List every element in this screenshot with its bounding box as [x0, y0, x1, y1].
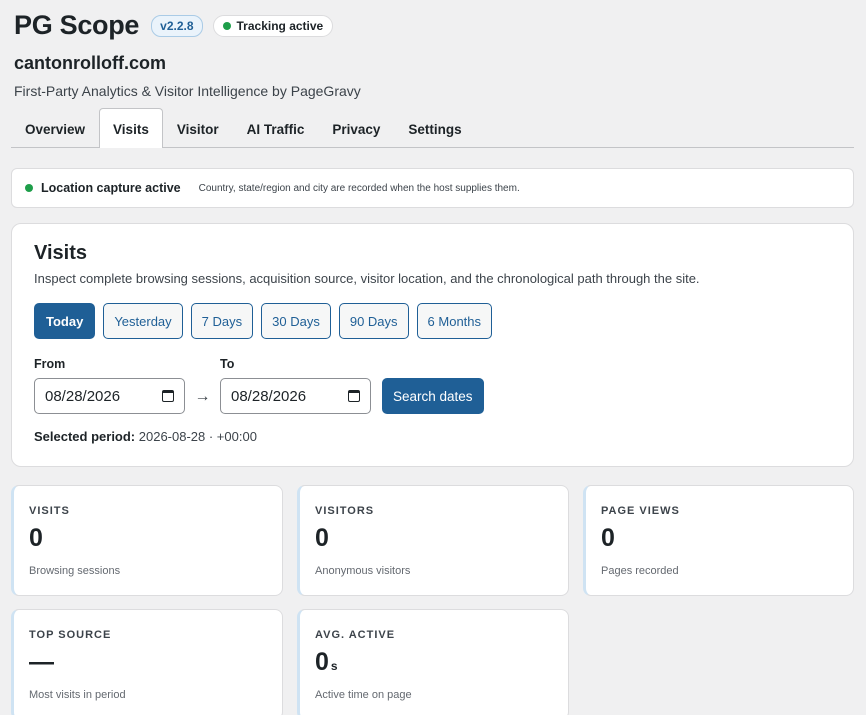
pg-scope-page: PG Scope v2.2.8 Tracking active cantonro…: [0, 0, 866, 715]
status-dot-icon: [222, 21, 231, 30]
stat-subtext: Active time on page: [315, 689, 412, 701]
range-today-button[interactable]: Today: [34, 303, 96, 339]
tab-bar: Overview Visits Visitor AI Traffic Priva…: [11, 108, 854, 148]
to-label: To: [220, 357, 235, 371]
stat-subtext: Most visits in period: [29, 689, 126, 701]
version-badge: v2.2.8: [151, 14, 203, 37]
stat-subtext: Anonymous visitors: [315, 565, 411, 577]
selected-period-value: 2026-08-28 · +00:00: [135, 429, 257, 444]
arrow-right-icon: →: [194, 388, 211, 405]
from-date-value: 08/28/2026: [45, 387, 121, 405]
tab-ai-traffic[interactable]: AI Traffic: [233, 110, 319, 148]
location-notice: Location capture active Country, state/r…: [11, 168, 854, 208]
stat-card-top-source: TOP SOURCE — Most visits in period: [11, 609, 283, 715]
stat-label: TOP SOURCE: [29, 629, 112, 641]
visits-panel: Visits Inspect complete browsing session…: [11, 223, 854, 467]
date-range-buttons: Today Yesterday 7 Days 30 Days 90 Days 6…: [34, 303, 831, 339]
calendar-icon[interactable]: [348, 390, 360, 402]
to-date-value: 08/28/2026: [231, 387, 307, 405]
notice-title: Location capture active: [41, 181, 181, 195]
header: PG Scope v2.2.8 Tracking active: [11, 0, 854, 42]
stat-card-avg-active: AVG. ACTIVE 0s Active time on page: [297, 609, 569, 715]
site-name: cantonrolloff.com: [14, 53, 166, 73]
date-filter-row: From 08/28/2026 → To 08/28/2026 Search d…: [34, 357, 831, 414]
visits-description: Inspect complete browsing sessions, acqu…: [34, 271, 700, 286]
visits-title: Visits: [34, 242, 87, 264]
from-label: From: [34, 357, 66, 371]
range-6-months-button[interactable]: 6 Months: [416, 303, 493, 339]
stats-grid: VISITS 0 Browsing sessions VISITORS 0 An…: [11, 485, 854, 715]
stat-value: 0: [315, 524, 329, 552]
stat-label: AVG. ACTIVE: [315, 629, 396, 641]
stat-card-page-views: PAGE VIEWS 0 Pages recorded: [583, 485, 854, 596]
stat-value: 0: [29, 524, 43, 552]
stat-card-visitors: VISITORS 0 Anonymous visitors: [297, 485, 569, 596]
site-subtitle: First-Party Analytics & Visitor Intellig…: [14, 83, 361, 99]
tab-overview[interactable]: Overview: [11, 110, 99, 148]
range-7-days-button[interactable]: 7 Days: [190, 303, 254, 339]
stat-value: —: [29, 648, 54, 676]
range-90-days-button[interactable]: 90 Days: [338, 303, 409, 339]
notice-text: Country, state/region and city are recor…: [198, 182, 520, 194]
tracking-status-badge: Tracking active: [212, 14, 334, 37]
tab-privacy[interactable]: Privacy: [318, 110, 394, 148]
stat-subtext: Pages recorded: [601, 565, 679, 577]
location-status-dot-icon: [25, 184, 33, 192]
from-date-group: From 08/28/2026: [34, 357, 185, 414]
tab-settings[interactable]: Settings: [394, 110, 475, 148]
stat-card-visits: VISITS 0 Browsing sessions: [11, 485, 283, 596]
stat-value: 0s: [315, 648, 338, 676]
app-title: PG Scope: [14, 10, 140, 40]
tracking-status-label: Tracking active: [236, 18, 324, 33]
selected-period-label: Selected period:: [34, 429, 136, 444]
range-30-days-button[interactable]: 30 Days: [261, 303, 331, 339]
from-date-input[interactable]: 08/28/2026: [34, 378, 185, 414]
stat-subtext: Browsing sessions: [29, 565, 121, 577]
stat-value: 0: [601, 524, 615, 552]
stat-label: VISITORS: [315, 505, 375, 517]
stat-label: VISITS: [29, 505, 70, 517]
search-dates-button[interactable]: Search dates: [382, 378, 484, 414]
calendar-icon[interactable]: [162, 390, 174, 402]
tab-visitor[interactable]: Visitor: [163, 110, 233, 148]
to-date-input[interactable]: 08/28/2026: [220, 378, 371, 414]
stat-label: PAGE VIEWS: [601, 505, 680, 517]
range-yesterday-button[interactable]: Yesterday: [103, 303, 183, 339]
selected-period: Selected period: 2026-08-28 · +00:00: [34, 429, 831, 444]
to-date-group: To 08/28/2026: [220, 357, 371, 414]
tab-visits[interactable]: Visits: [99, 108, 163, 148]
